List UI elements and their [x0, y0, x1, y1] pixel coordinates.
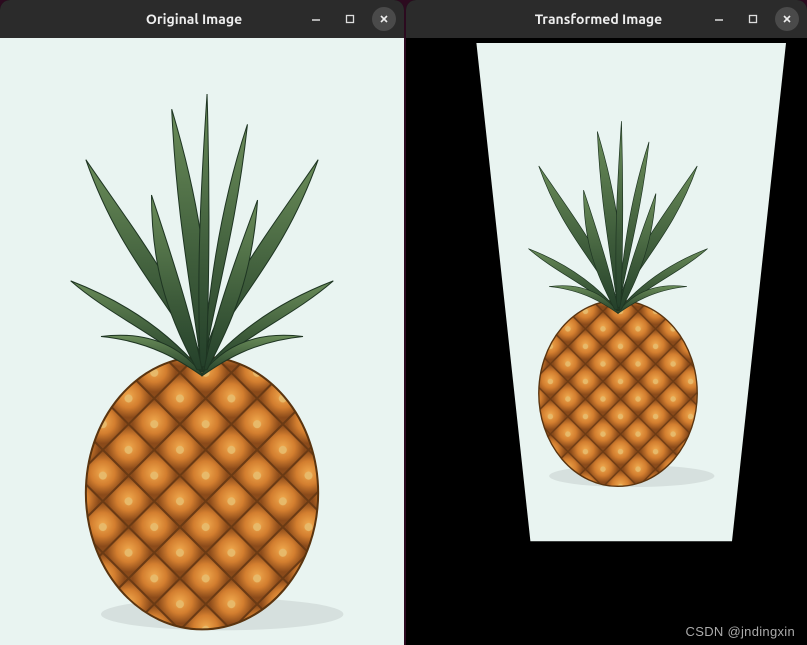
minimize-button[interactable]	[304, 7, 328, 31]
transformed-image-window: Transformed Image	[406, 0, 807, 645]
transformed-content: CSDN @jndingxin	[406, 38, 807, 645]
minimize-icon	[713, 13, 725, 25]
close-button[interactable]	[775, 7, 799, 31]
pineapple-illustration	[0, 38, 404, 645]
watermark-text: CSDN @jndingxin	[686, 624, 795, 639]
titlebar-original[interactable]: Original Image	[0, 0, 404, 38]
pineapple-illustration-transformed	[478, 83, 759, 496]
maximize-button[interactable]	[741, 7, 765, 31]
titlebar-transformed[interactable]: Transformed Image	[406, 0, 807, 38]
close-icon	[781, 13, 793, 25]
close-icon	[378, 13, 390, 25]
minimize-button[interactable]	[707, 7, 731, 31]
maximize-icon	[344, 13, 356, 25]
maximize-button[interactable]	[338, 7, 362, 31]
original-image-canvas	[0, 38, 404, 645]
minimize-icon	[310, 13, 322, 25]
original-content	[0, 38, 404, 645]
maximize-icon	[747, 13, 759, 25]
window-title-transformed: Transformed Image	[414, 11, 707, 27]
original-image-window: Original Image	[0, 0, 404, 645]
transformed-stage	[406, 38, 807, 645]
close-button[interactable]	[372, 7, 396, 31]
window-controls-original	[304, 7, 396, 31]
window-title-original: Original Image	[8, 11, 304, 27]
transformed-image-canvas	[426, 43, 786, 573]
window-controls-transformed	[707, 7, 799, 31]
